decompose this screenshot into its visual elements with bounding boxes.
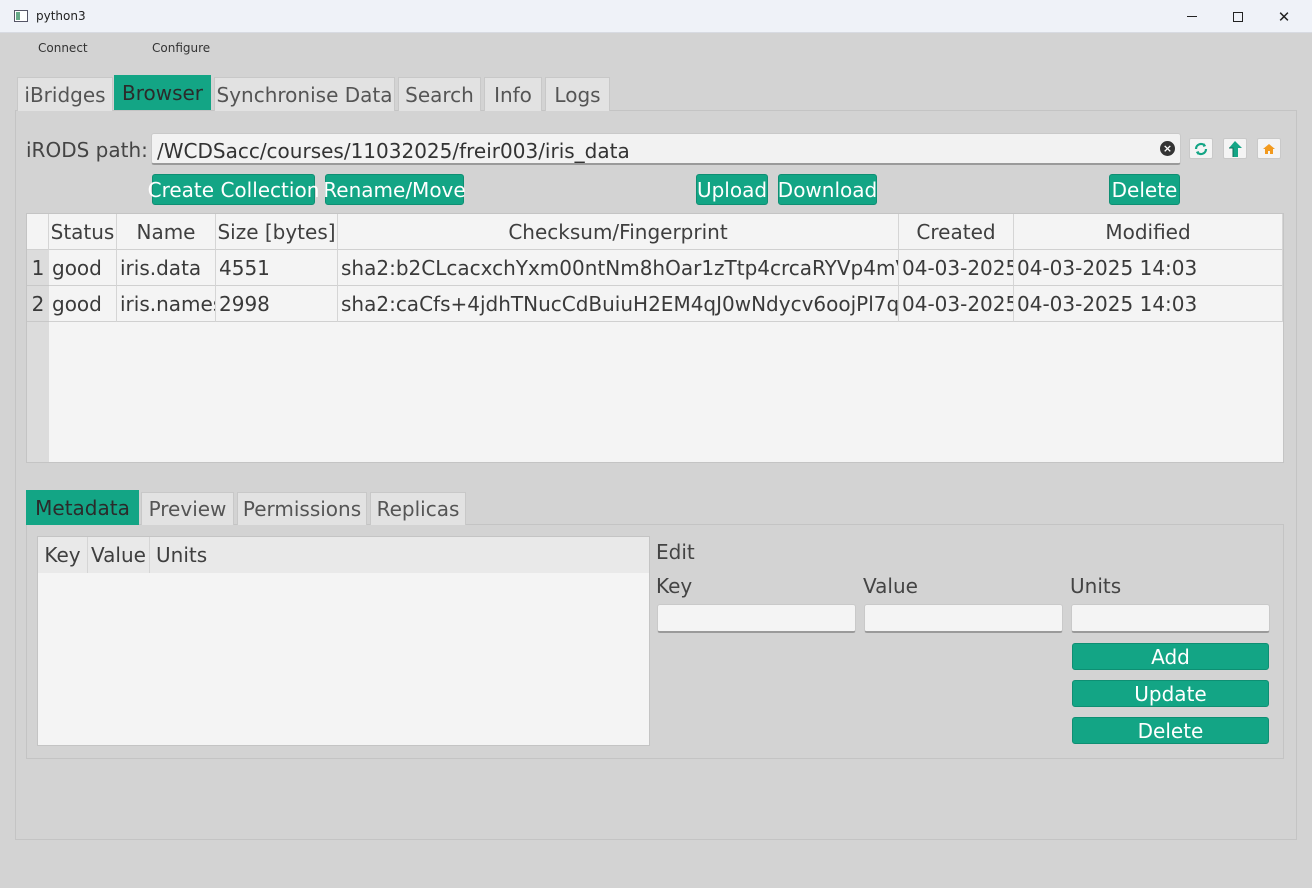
- table-cell-status[interactable]: good: [49, 250, 117, 286]
- metadata-column-units[interactable]: Units: [150, 537, 649, 573]
- metadata-units-input[interactable]: [1071, 604, 1270, 633]
- row-number[interactable]: 1: [27, 250, 49, 286]
- column-header-checksum[interactable]: Checksum/Fingerprint: [338, 214, 899, 250]
- table-cell-modified[interactable]: 04-03-2025 14:03: [1014, 286, 1283, 322]
- tab-preview[interactable]: Preview: [141, 492, 234, 525]
- close-button[interactable]: ✕: [1261, 0, 1307, 33]
- parent-folder-icon: [1229, 140, 1242, 157]
- table-cell-status[interactable]: good: [49, 286, 117, 322]
- refresh-icon: [1194, 142, 1208, 155]
- irods-path-value: /WCDSacc/courses/11032025/freir003/iris_…: [157, 139, 630, 163]
- tab-replicas[interactable]: Replicas: [370, 492, 466, 525]
- app-icon: [14, 10, 28, 22]
- table-cell-modified[interactable]: 04-03-2025 14:03: [1014, 250, 1283, 286]
- tab-synchronise-data[interactable]: Synchronise Data: [214, 77, 395, 111]
- edit-label: Edit: [656, 540, 695, 564]
- table-cell-size[interactable]: 4551: [216, 250, 338, 286]
- refresh-button[interactable]: [1189, 138, 1213, 159]
- table-cell-created[interactable]: 04-03-2025: [899, 250, 1014, 286]
- column-header-status[interactable]: Status: [49, 214, 117, 250]
- table-cell-size[interactable]: 2998: [216, 286, 338, 322]
- close-icon: ✕: [1277, 7, 1291, 26]
- tab-ibridges[interactable]: iBridges: [17, 77, 113, 111]
- metadata-add-button[interactable]: Add: [1072, 643, 1269, 670]
- tab-browser[interactable]: Browser: [114, 75, 211, 110]
- maximize-button[interactable]: [1215, 0, 1261, 33]
- clear-icon[interactable]: ×: [1160, 141, 1175, 156]
- metadata-column-key[interactable]: Key: [38, 537, 88, 573]
- table-corner: [27, 214, 49, 250]
- column-header-size[interactable]: Size [bytes]: [216, 214, 338, 250]
- download-button[interactable]: Download: [778, 174, 877, 205]
- row-number[interactable]: 2: [27, 286, 49, 322]
- tab-metadata[interactable]: Metadata: [26, 490, 139, 525]
- metadata-column-value[interactable]: Value: [88, 537, 150, 573]
- tab-info[interactable]: Info: [484, 77, 542, 111]
- table-cell-created[interactable]: 04-03-2025: [899, 286, 1014, 322]
- delete-button[interactable]: Delete: [1109, 174, 1180, 205]
- table-cell-name[interactable]: iris.names: [117, 286, 216, 322]
- window-title: python3: [36, 9, 86, 23]
- minimize-button[interactable]: [1169, 0, 1215, 33]
- metadata-delete-button[interactable]: Delete: [1072, 717, 1269, 744]
- minimize-icon: [1187, 16, 1197, 17]
- tab-logs[interactable]: Logs: [545, 77, 610, 111]
- metadata-value-input[interactable]: [864, 604, 1063, 633]
- menu-configure[interactable]: Configure: [152, 41, 210, 55]
- column-header-modified[interactable]: Modified: [1014, 214, 1283, 250]
- metadata-update-button[interactable]: Update: [1072, 680, 1269, 707]
- home-icon: [1263, 143, 1275, 154]
- column-header-name[interactable]: Name: [117, 214, 216, 250]
- parent-folder-button[interactable]: [1223, 138, 1247, 159]
- table-cell-name[interactable]: iris.data: [117, 250, 216, 286]
- irods-path-input[interactable]: /WCDSacc/courses/11032025/freir003/iris_…: [151, 133, 1181, 165]
- tab-search[interactable]: Search: [398, 77, 481, 111]
- home-button[interactable]: [1257, 138, 1281, 159]
- table-cell-checksum[interactable]: sha2:caCfs+4jdhTNucCdBuiuH2EM4qJ0wNdycv6…: [338, 286, 899, 322]
- irods-path-label: iRODS path:: [26, 138, 148, 162]
- tab-permissions[interactable]: Permissions: [237, 492, 367, 525]
- value-label: Value: [863, 574, 918, 598]
- metadata-table[interactable]: Key Value Units: [37, 536, 650, 746]
- collection-table[interactable]: Status Name Size [bytes] Checksum/Finger…: [26, 213, 1284, 463]
- title-bar: python3 ✕: [0, 0, 1312, 33]
- maximize-icon: [1233, 11, 1243, 22]
- key-label: Key: [656, 574, 693, 598]
- units-label: Units: [1070, 574, 1122, 598]
- column-header-created[interactable]: Created: [899, 214, 1014, 250]
- rename-move-button[interactable]: Rename/Move: [323, 174, 466, 205]
- menu-connect[interactable]: Connect: [38, 41, 88, 55]
- metadata-key-input[interactable]: [657, 604, 856, 633]
- upload-button[interactable]: Upload: [696, 174, 768, 205]
- create-collection-button[interactable]: Create Collection: [148, 174, 319, 205]
- table-cell-checksum[interactable]: sha2:b2CLcacxchYxm00ntNm8hOar1zTtp4crcaR…: [338, 250, 899, 286]
